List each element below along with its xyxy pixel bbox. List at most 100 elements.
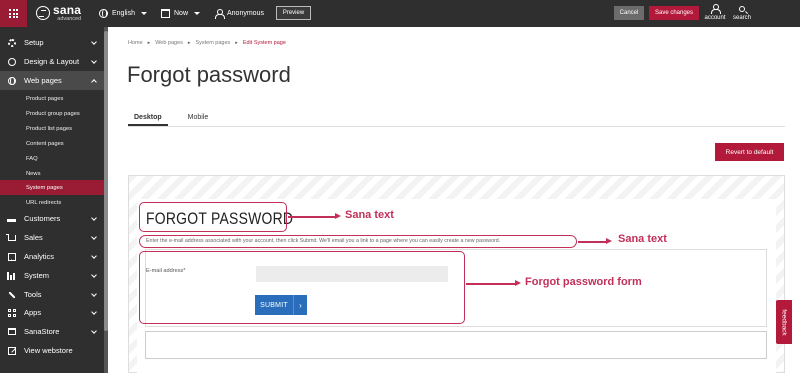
search-label: search — [732, 15, 751, 21]
sidebar-scrollbar-thumb[interactable] — [104, 31, 108, 331]
sidebar-item-label: Analytics — [24, 252, 55, 261]
sidebar-item-apps[interactable]: Apps — [0, 303, 104, 322]
chevron-down-icon — [91, 271, 97, 278]
sidebar-subitem-product-list-pages[interactable]: Product list pages — [0, 121, 104, 136]
sidebar-item-setup[interactable]: Setup — [0, 33, 104, 52]
search-button[interactable]: search — [730, 3, 754, 25]
tab-desktop[interactable]: Desktop — [128, 112, 168, 126]
annotation-arrow-head-icon — [335, 213, 341, 219]
external-link-icon — [7, 346, 16, 355]
sidebar-item-view-webstore[interactable]: View webstore — [0, 341, 104, 360]
empty-content-block[interactable] — [145, 331, 767, 359]
system-icon — [7, 271, 16, 280]
sidebar-subitem-news[interactable]: News — [0, 166, 104, 181]
sidebar-item-system[interactable]: System — [0, 266, 104, 285]
user-label: Anonymous — [227, 10, 264, 17]
date-selector[interactable]: Now — [161, 0, 201, 27]
save-changes-button[interactable]: Save changes — [649, 6, 699, 20]
sidebar-item-label: Design & Layout — [24, 57, 80, 66]
annotation-arrow-head-icon — [515, 280, 521, 286]
sidebar-subitem-product-pages[interactable]: Product pages — [0, 91, 104, 106]
sidebar-item-web-pages[interactable]: Web pages — [0, 71, 104, 90]
sidebar-subitem-product-group-pages[interactable]: Product group pages — [0, 106, 104, 121]
sidebar-item-design-layout[interactable]: Design & Layout — [0, 52, 104, 71]
account-label: account — [704, 15, 726, 21]
account-button[interactable]: account — [703, 3, 727, 25]
breadcrumb-separator-icon: ▸ — [147, 40, 151, 46]
sidebar-item-label: Apps — [24, 308, 42, 317]
sana-logo-icon — [36, 6, 50, 21]
device-tabs: Desktop Mobile — [128, 112, 214, 126]
annotation-forgot-password-form: Forgot password form — [525, 276, 642, 288]
chevron-down-icon — [140, 12, 147, 15]
tab-mobile[interactable]: Mobile — [182, 112, 215, 126]
sidebar-subitem-url-redirects[interactable]: URL redirects — [0, 195, 104, 210]
revert-to-default-button[interactable]: Revert to default — [715, 143, 784, 161]
globe-icon — [99, 9, 108, 18]
apps-icon — [7, 308, 16, 317]
top-bar: sana advanced English Now Anonymous Prev… — [0, 0, 800, 27]
instructions-highlight-box — [139, 235, 577, 248]
search-icon — [739, 5, 745, 12]
sidebar-item-analytics[interactable]: Analytics — [0, 247, 104, 266]
annotation-sana-text-heading: Sana text — [345, 209, 394, 221]
sidebar-subitem-system-pages[interactable]: System pages — [0, 180, 104, 195]
chevron-down-icon — [91, 214, 97, 221]
sidebar-subitem-content-pages[interactable]: Content pages — [0, 136, 104, 151]
sidebar: Setup Design & Layout Web pages Product … — [0, 27, 104, 373]
breadcrumb-system-pages[interactable]: System pages — [195, 40, 230, 46]
breadcrumb-separator-icon: ▸ — [187, 40, 191, 46]
sidebar-item-sanastore[interactable]: SanaStore — [0, 322, 104, 341]
sidebar-item-label: Tools — [24, 290, 42, 299]
chart-icon — [7, 252, 16, 261]
feedback-tab[interactable]: feedback — [776, 300, 792, 344]
app-menu-button[interactable] — [0, 0, 27, 27]
sidebar-item-customers[interactable]: Customers — [0, 209, 104, 228]
brand-name: sana — [53, 3, 82, 17]
chevron-down-icon — [91, 57, 97, 64]
chevron-down-icon — [91, 308, 97, 315]
breadcrumb-web-pages[interactable]: Web pages — [155, 40, 183, 46]
annotation-arrow-head-icon — [606, 238, 612, 244]
breadcrumb-current: Edit System page — [242, 40, 286, 46]
language-label: English — [112, 10, 135, 17]
sidebar-subitem-faq[interactable]: FAQ — [0, 151, 104, 166]
preview-button[interactable]: Preview — [276, 6, 311, 20]
people-icon — [7, 215, 16, 222]
annotation-arrow-line — [288, 216, 336, 218]
chevron-down-icon — [91, 252, 97, 259]
chevron-down-icon — [91, 290, 97, 297]
breadcrumb-separator-icon: ▸ — [235, 40, 238, 46]
form-highlight-box — [139, 251, 465, 324]
chevron-down-icon — [194, 12, 201, 15]
globe-icon — [7, 76, 16, 85]
sidebar-item-label: Web pages — [24, 76, 62, 85]
heading-highlight-box — [139, 202, 287, 232]
palette-icon — [7, 57, 16, 66]
chevron-down-icon — [91, 38, 97, 45]
sidebar-item-label: SanaStore — [24, 327, 60, 336]
breadcrumb: Home ▸ Web pages ▸ System pages ▸ Edit S… — [128, 40, 286, 46]
store-icon — [7, 328, 16, 335]
sidebar-scrollbar[interactable] — [104, 27, 108, 373]
wrench-icon — [7, 290, 16, 299]
calendar-icon — [161, 9, 170, 18]
date-label: Now — [174, 10, 189, 17]
tabs-divider — [128, 126, 785, 127]
cancel-button[interactable]: Cancel — [614, 6, 644, 20]
language-selector[interactable]: English — [99, 0, 147, 27]
chevron-down-icon — [91, 327, 97, 334]
chevron-up-icon — [91, 78, 97, 85]
brand-logo[interactable]: sana advanced — [36, 4, 81, 23]
breadcrumb-home[interactable]: Home — [128, 40, 143, 46]
sidebar-item-label: System — [24, 271, 50, 280]
sidebar-item-sales[interactable]: Sales — [0, 228, 104, 247]
grid-icon — [9, 9, 18, 18]
sidebar-item-label: View webstore — [24, 346, 73, 355]
sidebar-item-label: Sales — [24, 233, 43, 242]
user-selector[interactable]: Anonymous — [214, 0, 264, 27]
sidebar-item-tools[interactable]: Tools — [0, 285, 104, 304]
user-icon — [214, 9, 225, 19]
sidebar-item-label: Customers — [24, 214, 61, 223]
account-icon — [711, 4, 721, 14]
